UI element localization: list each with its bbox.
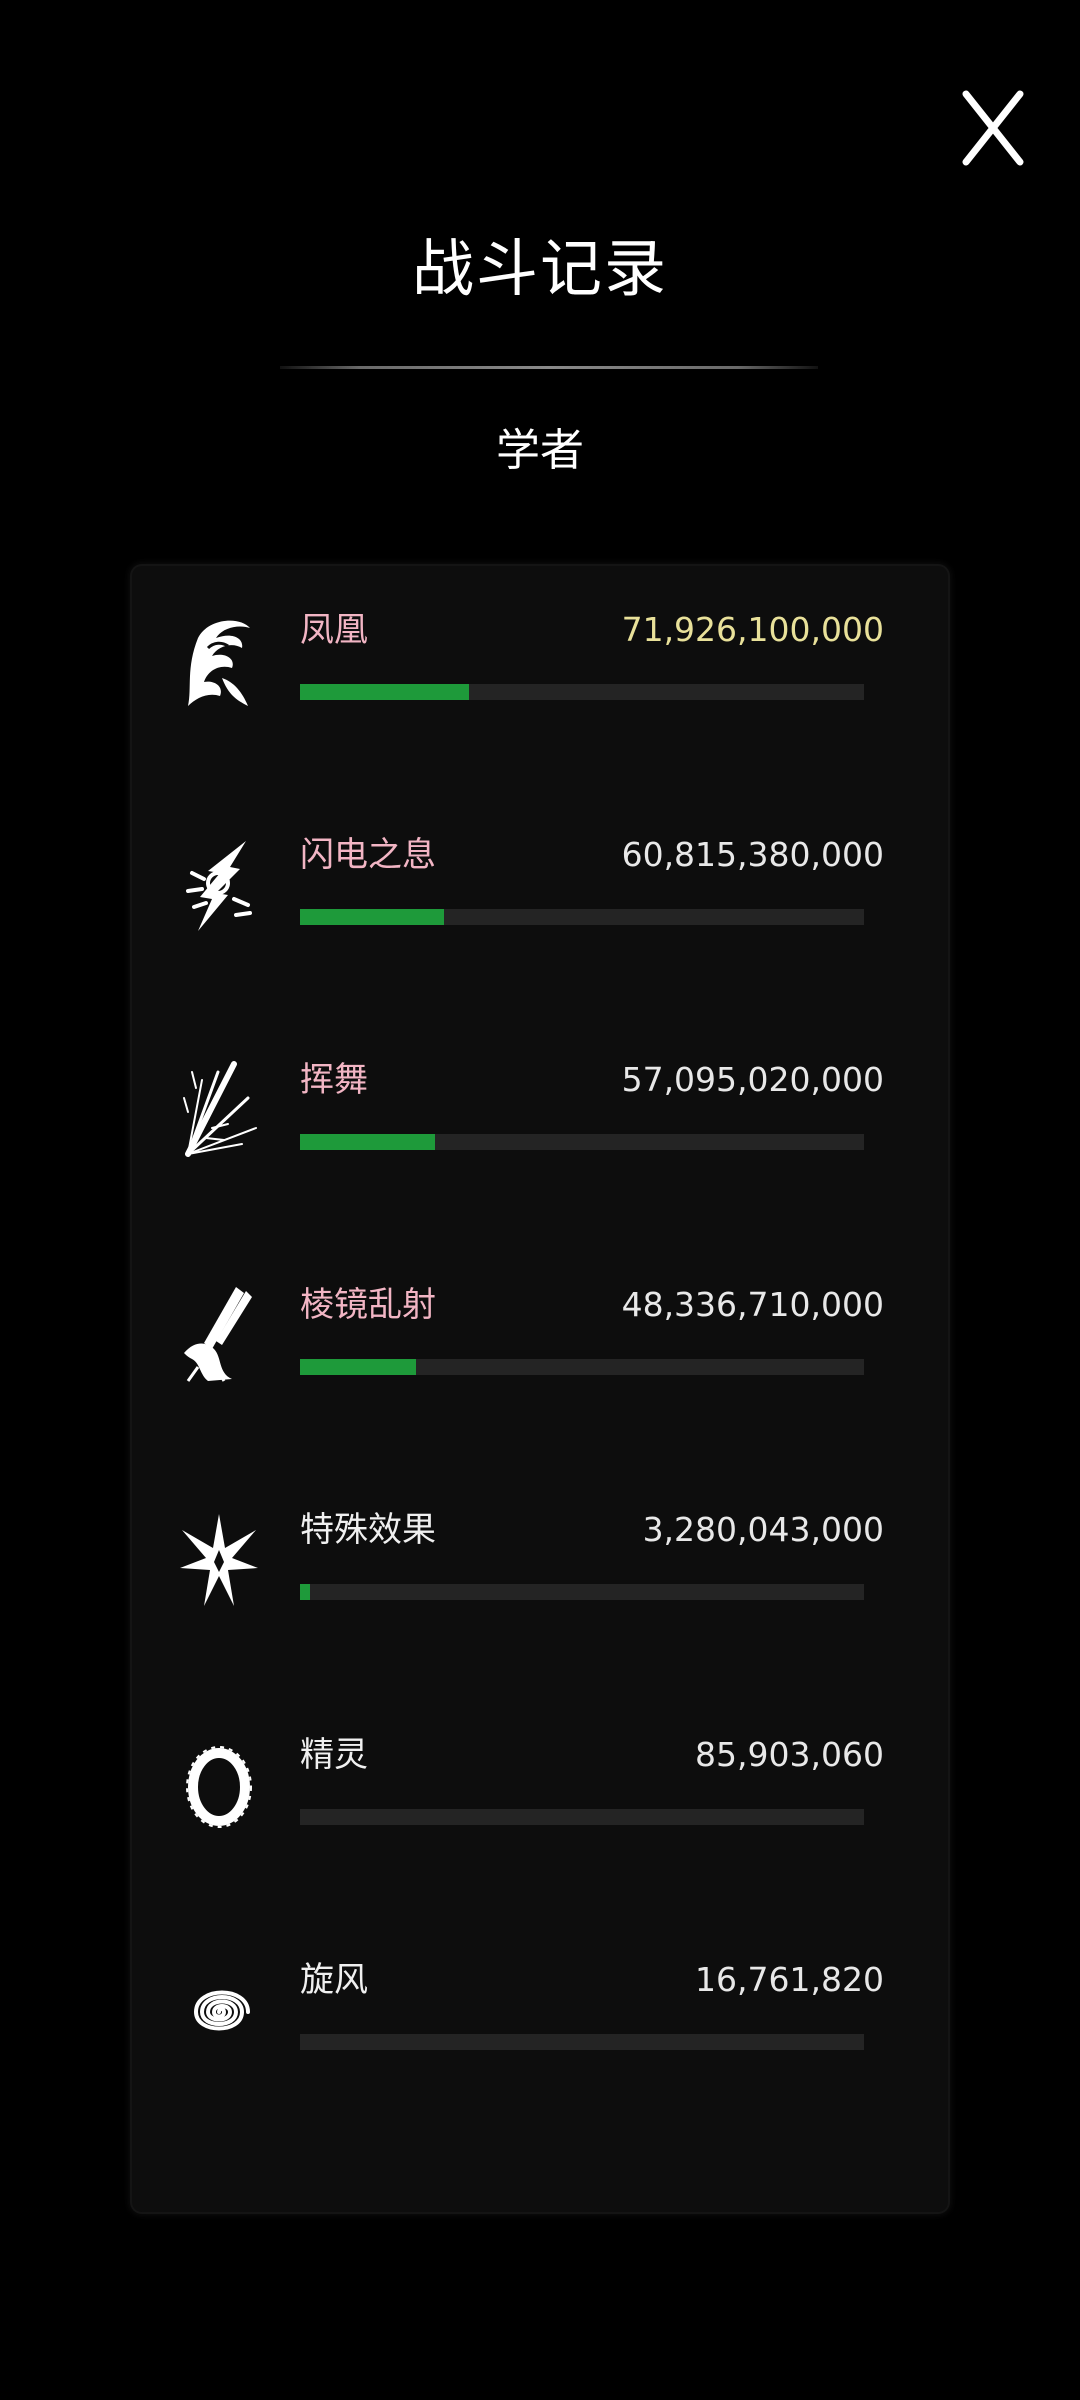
ring-icon <box>178 1733 260 1837</box>
close-icon <box>962 90 1024 166</box>
record-damage: 85,903,060 <box>695 1735 884 1774</box>
star-burst-icon <box>178 1508 260 1612</box>
damage-bar <box>300 909 864 925</box>
damage-bar <box>300 1584 864 1600</box>
phoenix-icon <box>178 608 260 712</box>
record-row-prism-barrage: 棱镜乱射 48,336,710,000 <box>132 1241 948 1441</box>
spiral-icon <box>178 1958 260 2062</box>
record-row-phoenix: 凤凰 71,926,100,000 <box>132 566 948 766</box>
damage-bar-fill <box>300 684 470 700</box>
damage-bar <box>300 2034 864 2050</box>
record-damage: 48,336,710,000 <box>621 1285 884 1324</box>
damage-bar-fill <box>300 1359 416 1375</box>
record-damage: 60,815,380,000 <box>621 835 884 874</box>
record-name: 挥舞 <box>300 1060 368 1100</box>
record-name: 特殊效果 <box>300 1510 436 1550</box>
record-damage: 3,280,043,000 <box>642 1510 884 1549</box>
record-name: 棱镜乱射 <box>300 1285 436 1325</box>
record-name: 精灵 <box>300 1735 368 1775</box>
lightning-icon <box>178 833 260 937</box>
record-row-sprite: 精灵 85,903,060 <box>132 1691 948 1891</box>
close-button[interactable] <box>960 88 1026 168</box>
record-name: 闪电之息 <box>300 835 436 875</box>
record-row-lightning-breath: 闪电之息 60,815,380,000 <box>132 791 948 991</box>
record-name: 凤凰 <box>300 610 368 650</box>
damage-bar-fill <box>300 1134 436 1150</box>
combat-record-panel: 凤凰 71,926,100,000 闪电之息 60,815,380,000 挥舞… <box>132 566 948 2212</box>
damage-bar <box>300 684 864 700</box>
page-title: 战斗记录 <box>411 232 668 305</box>
record-damage: 16,761,820 <box>695 1960 884 1999</box>
damage-bar-fill <box>300 909 444 925</box>
record-row-swing: 挥舞 57,095,020,000 <box>132 1016 948 1216</box>
title-divider <box>280 366 818 369</box>
character-name: 学者 <box>496 425 584 476</box>
record-row-whirlwind: 旋风 16,761,820 <box>132 1916 948 2116</box>
record-damage: 71,926,100,000 <box>621 610 884 649</box>
damage-bar <box>300 1809 864 1825</box>
damage-bar <box>300 1359 864 1375</box>
record-name: 旋风 <box>300 1960 368 2000</box>
slash-burst-icon <box>178 1058 260 1162</box>
record-damage: 57,095,020,000 <box>621 1060 884 1099</box>
record-row-special-effects: 特殊效果 3,280,043,000 <box>132 1466 948 1666</box>
damage-bar <box>300 1134 864 1150</box>
prism-beam-icon <box>178 1283 260 1387</box>
damage-bar-fill <box>300 1584 310 1600</box>
